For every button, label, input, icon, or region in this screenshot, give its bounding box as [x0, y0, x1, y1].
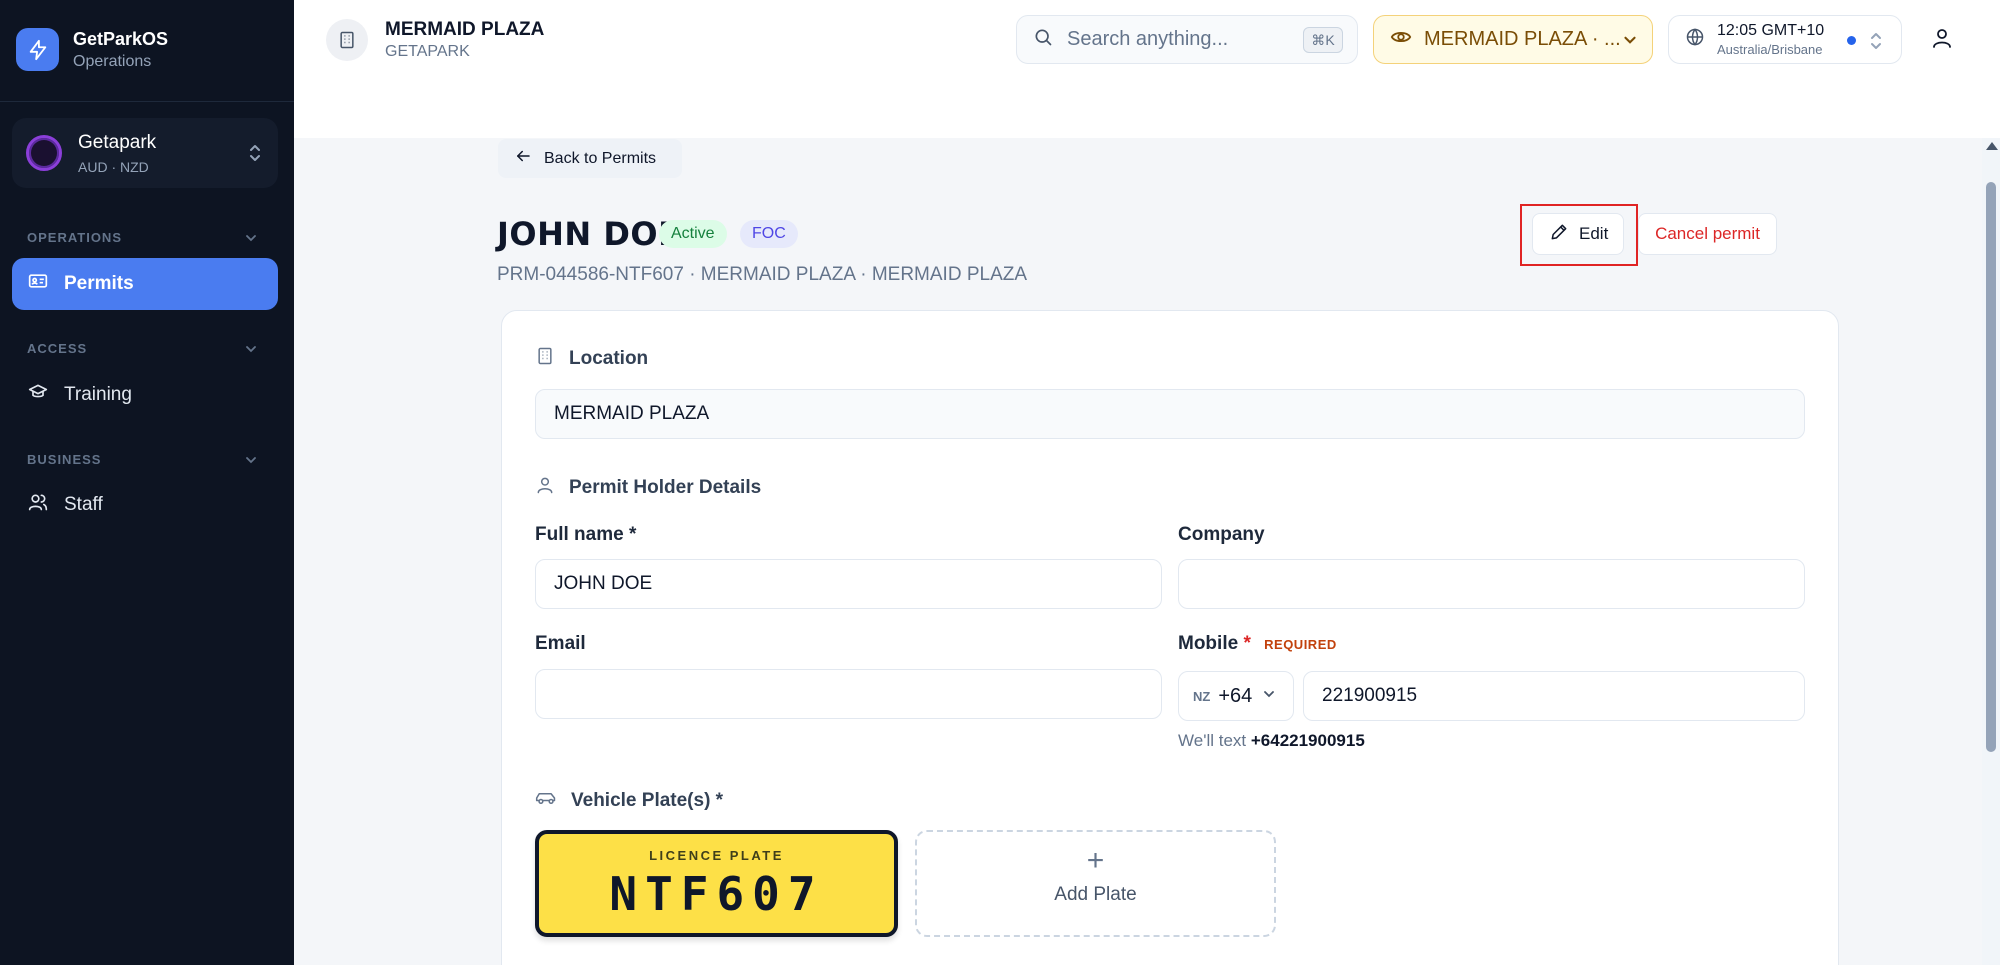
chevron-down-icon[interactable]: [244, 453, 258, 472]
cancel-permit-button[interactable]: Cancel permit: [1638, 213, 1777, 255]
chevron-down-icon: [1262, 687, 1276, 706]
org-avatar: [26, 135, 62, 171]
current-time: 12:05 GMT+10: [1717, 22, 1825, 39]
full-name-label: Full name *: [535, 524, 637, 545]
brand[interactable]: GetParkOS Operations: [16, 28, 168, 71]
plate-caption: LICENCE PLATE: [649, 848, 784, 863]
email-label: Email: [535, 633, 586, 654]
graduation-cap-icon: [28, 382, 48, 408]
sidebar-divider: [0, 101, 294, 102]
type-badge: FOC: [740, 220, 798, 248]
location-field: MERMAID PLAZA: [535, 389, 1805, 439]
arrow-left-icon: [514, 147, 532, 170]
status-badge: Active: [659, 220, 727, 248]
country-code-select[interactable]: NZ +64: [1178, 671, 1294, 721]
chevron-down-icon: [1622, 32, 1638, 53]
add-plate-button[interactable]: + Add Plate: [915, 830, 1276, 937]
plus-icon: +: [1086, 844, 1105, 877]
location-heading: Location: [535, 346, 648, 372]
view-location-select[interactable]: MERMAID PLAZA · ...: [1373, 15, 1653, 64]
plate-number: NTF607: [609, 867, 824, 921]
section-label-business: BUSINESS: [27, 452, 102, 467]
formatted-mobile: +64221900915: [1250, 731, 1365, 750]
full-name-field[interactable]: JOHN DOE: [535, 559, 1162, 609]
sidebar: GetParkOS Operations Getapark AUD · NZD …: [0, 0, 294, 965]
pencil-icon: [1549, 222, 1569, 247]
org-currencies: AUD · NZD: [78, 158, 149, 175]
location-title: MERMAID PLAZA: [385, 19, 545, 40]
search-icon: [1033, 27, 1053, 52]
back-label: Back to Permits: [544, 149, 657, 167]
topbar: MERMAID PLAZA GETAPARK Search anything..…: [294, 0, 2000, 138]
back-to-permits-button[interactable]: Back to Permits: [498, 139, 682, 178]
sidebar-item-staff[interactable]: Staff: [12, 479, 278, 531]
timezone-name: Australia/Brisbane: [1717, 42, 1823, 57]
edit-label: Edit: [1579, 224, 1609, 243]
search-shortcut: ⌘K: [1303, 27, 1343, 53]
company-field[interactable]: [1178, 559, 1805, 609]
holder-heading: Permit Holder Details: [535, 475, 761, 501]
building-icon: [326, 19, 368, 61]
org-switcher[interactable]: Getapark AUD · NZD: [12, 118, 278, 188]
scroll-thumb[interactable]: [1986, 182, 1996, 752]
users-icon: [28, 492, 48, 518]
section-label-operations: OPERATIONS: [27, 230, 122, 245]
add-plate-label: Add Plate: [1054, 884, 1137, 905]
mobile-hint: We'll text +64221900915: [1178, 731, 1365, 750]
org-name: Getapark: [78, 131, 157, 153]
scrollbar[interactable]: [1982, 138, 2000, 965]
sidebar-item-label: Training: [64, 384, 132, 405]
page-title: JOHN DOE: [497, 215, 681, 253]
chevron-down-icon[interactable]: [244, 231, 258, 250]
required-tag: REQUIRED: [1264, 637, 1337, 652]
brand-name: GetParkOS: [73, 28, 169, 49]
mobile-field[interactable]: 221900915: [1303, 671, 1805, 721]
sidebar-item-label: Staff: [64, 494, 103, 515]
scroll-up-arrow-icon[interactable]: [1986, 142, 1998, 150]
edit-button[interactable]: Edit: [1532, 213, 1624, 255]
chevron-up-down-icon: [1869, 30, 1883, 57]
timezone-select[interactable]: 12:05 GMT+10 Australia/Brisbane: [1668, 15, 1902, 64]
building-icon: [535, 346, 555, 372]
dial-code: +64: [1218, 684, 1253, 707]
brand-subtitle: Operations: [73, 52, 152, 70]
id-card-icon: [28, 271, 48, 297]
user-icon: [535, 475, 555, 501]
globe-icon: [1685, 27, 1705, 52]
licence-plate[interactable]: LICENCE PLATE NTF607: [535, 830, 898, 937]
section-label-access: ACCESS: [27, 341, 88, 356]
location-subtitle: GETAPARK: [385, 43, 470, 60]
status-dot: [1847, 36, 1856, 45]
permit-meta: PRM-044586-NTF607 · MERMAID PLAZA · MERM…: [497, 264, 1028, 285]
chevron-up-down-icon: [248, 142, 262, 169]
eye-icon: [1390, 26, 1412, 53]
search-placeholder: Search anything...: [1067, 28, 1229, 50]
search-input[interactable]: Search anything... ⌘K: [1016, 15, 1358, 64]
sidebar-item-permits[interactable]: Permits: [12, 258, 278, 310]
user-icon[interactable]: [1930, 26, 1954, 55]
sidebar-item-label: Permits: [64, 273, 134, 294]
selected-location: MERMAID PLAZA · ...: [1424, 28, 1621, 50]
mobile-label: Mobile * REQUIRED: [1178, 633, 1337, 654]
company-label: Company: [1178, 524, 1265, 545]
car-icon: [535, 788, 557, 814]
email-field[interactable]: [535, 669, 1162, 719]
vehicle-heading: Vehicle Plate(s) *: [535, 788, 723, 814]
lightning-bolt-icon: [16, 28, 59, 71]
chevron-down-icon[interactable]: [244, 342, 258, 361]
sidebar-item-training[interactable]: Training: [12, 369, 278, 421]
country-code: NZ: [1193, 688, 1211, 704]
